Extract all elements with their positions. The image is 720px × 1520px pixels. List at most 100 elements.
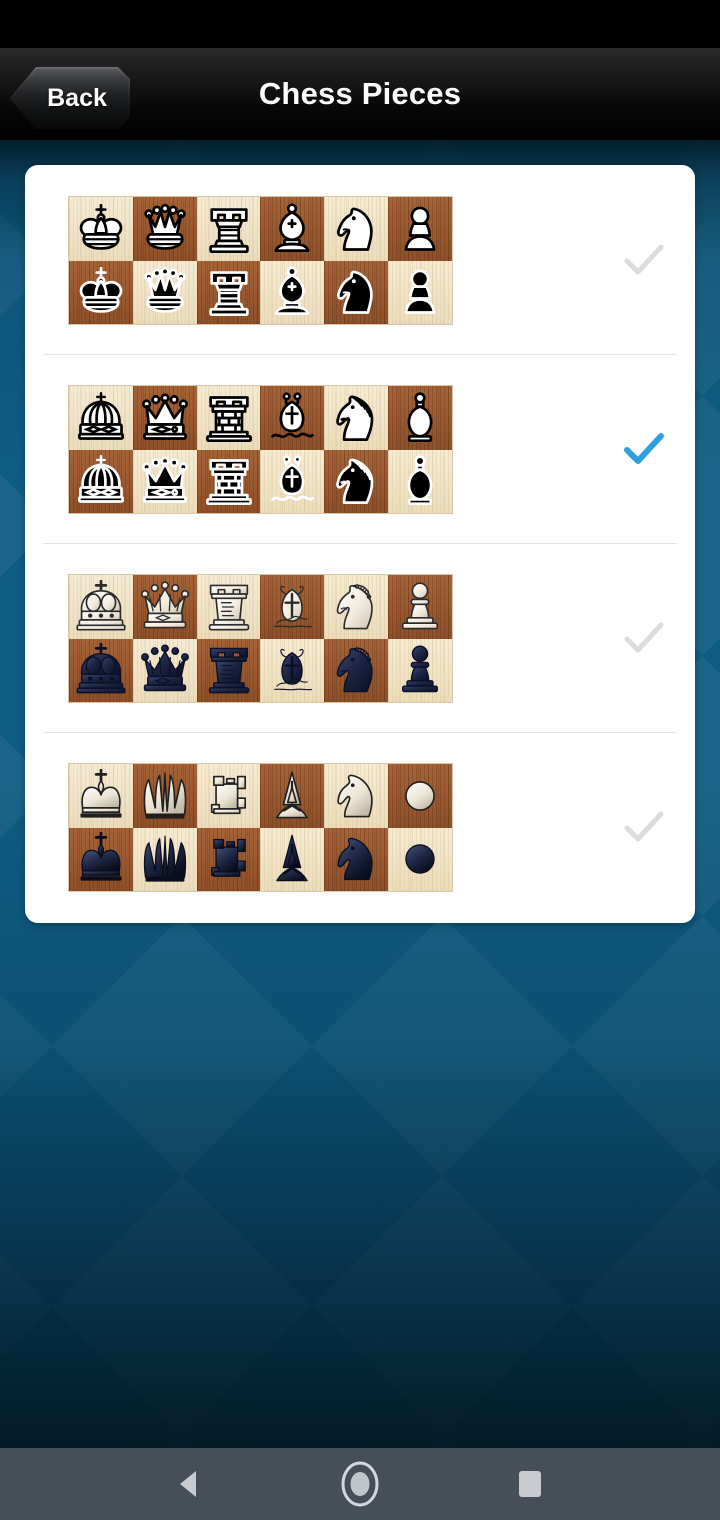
white-pawn-icon: [401, 582, 439, 630]
white-bishop-icon: [276, 771, 309, 819]
white-rook-icon: [205, 395, 252, 442]
black-queen-icon: [141, 456, 188, 504]
black-knight-icon: [337, 838, 373, 881]
square-white-queen: [132, 197, 197, 261]
white-rook-icon: [208, 584, 249, 631]
white-king-icon: [76, 579, 126, 631]
square-black-rook: [196, 827, 261, 891]
square-black-king: [69, 638, 133, 702]
board-rank-white: [69, 197, 452, 261]
square-white-rook: [196, 575, 261, 639]
white-pawn-icon: [405, 780, 435, 811]
square-white-pawn: [388, 197, 452, 261]
piece-set-row-regal[interactable]: [25, 354, 695, 543]
selection-check-classic[interactable]: [618, 234, 670, 286]
square-white-bishop: [260, 386, 325, 450]
square-black-queen: [132, 638, 197, 702]
square-white-knight: [324, 764, 389, 828]
white-knight-icon: [337, 774, 373, 818]
square-black-rook: [196, 260, 261, 324]
nav-back-button[interactable]: [120, 1448, 260, 1520]
white-pawn-icon: [404, 206, 436, 251]
selection-check-modern[interactable]: [618, 801, 670, 853]
black-king-icon: [80, 832, 122, 881]
square-black-queen: [132, 449, 197, 513]
black-pawn-icon: [405, 844, 435, 874]
board-rank-white: [69, 386, 452, 450]
status-bar: [0, 0, 720, 48]
check-icon: [624, 811, 664, 841]
white-knight-icon: [336, 395, 374, 441]
square-black-knight: [324, 449, 389, 513]
square-white-rook: [196, 386, 261, 450]
square-black-rook: [196, 449, 261, 513]
nav-home-button[interactable]: [290, 1448, 430, 1520]
square-white-pawn: [388, 386, 452, 450]
square-white-king: [69, 197, 133, 261]
white-king-icon: [79, 203, 123, 250]
square-white-king: [69, 575, 133, 639]
board-rank-black: [69, 638, 452, 702]
black-knight-icon: [336, 458, 374, 505]
square-white-pawn: [388, 764, 452, 828]
square-black-queen: [132, 827, 197, 891]
circle-icon: [341, 1461, 379, 1507]
square-white-bishop: [260, 575, 325, 639]
black-king-icon: [79, 267, 123, 314]
square-white-king: [69, 764, 133, 828]
square-black-bishop: [260, 638, 325, 702]
row-divider: [43, 354, 677, 355]
piece-set-row-modern[interactable]: [25, 732, 695, 921]
white-pawn-icon: [407, 392, 433, 442]
black-knight-icon: [337, 270, 373, 315]
piece-set-row-ornate[interactable]: [25, 543, 695, 732]
selection-check-ornate[interactable]: [618, 612, 670, 664]
square-white-queen: [132, 764, 197, 828]
title-bar: Chess Pieces Back: [0, 48, 720, 140]
square-black-pawn: [388, 638, 452, 702]
white-rook-icon: [208, 207, 249, 253]
square-white-rook: [196, 764, 261, 828]
white-king-icon: [77, 391, 124, 440]
board-rank-white: [69, 575, 452, 639]
square-white-king: [69, 386, 133, 450]
black-queen-icon: [143, 267, 186, 314]
piece-set-list-card: [25, 165, 695, 923]
selection-check-regal[interactable]: [618, 423, 670, 475]
white-bishop-icon: [271, 392, 315, 438]
white-bishop-icon: [274, 585, 313, 628]
square-icon: [519, 1471, 541, 1497]
black-knight-icon: [337, 647, 373, 693]
white-queen-icon: [140, 581, 189, 629]
square-black-pawn: [388, 260, 452, 324]
square-white-bishop: [260, 764, 325, 828]
square-white-knight: [324, 197, 389, 261]
square-black-king: [69, 827, 133, 891]
square-black-knight: [324, 827, 389, 891]
piece-set-row-classic[interactable]: [25, 165, 695, 354]
board-preview-classic: [68, 196, 453, 325]
triangle-left-icon: [180, 1471, 196, 1497]
white-rook-icon: [210, 775, 246, 814]
white-knight-icon: [337, 207, 373, 251]
black-king-icon: [77, 455, 124, 504]
back-button-label: Back: [47, 84, 107, 112]
board-preview-modern: [68, 763, 453, 892]
square-white-bishop: [260, 197, 325, 261]
white-queen-icon: [143, 203, 186, 250]
white-queen-icon: [141, 393, 188, 440]
black-bishop-icon: [276, 834, 309, 882]
square-white-queen: [132, 575, 197, 639]
square-black-bishop: [260, 260, 325, 324]
black-bishop-icon: [274, 649, 313, 691]
white-queen-icon: [143, 772, 187, 819]
check-icon: [624, 244, 664, 274]
square-black-rook: [196, 638, 261, 702]
square-black-knight: [324, 260, 389, 324]
square-black-knight: [324, 638, 389, 702]
square-white-knight: [324, 575, 389, 639]
back-button[interactable]: Back: [10, 67, 130, 129]
black-queen-icon: [140, 644, 189, 692]
nav-recents-button[interactable]: [460, 1448, 600, 1520]
square-black-bishop: [260, 449, 325, 513]
